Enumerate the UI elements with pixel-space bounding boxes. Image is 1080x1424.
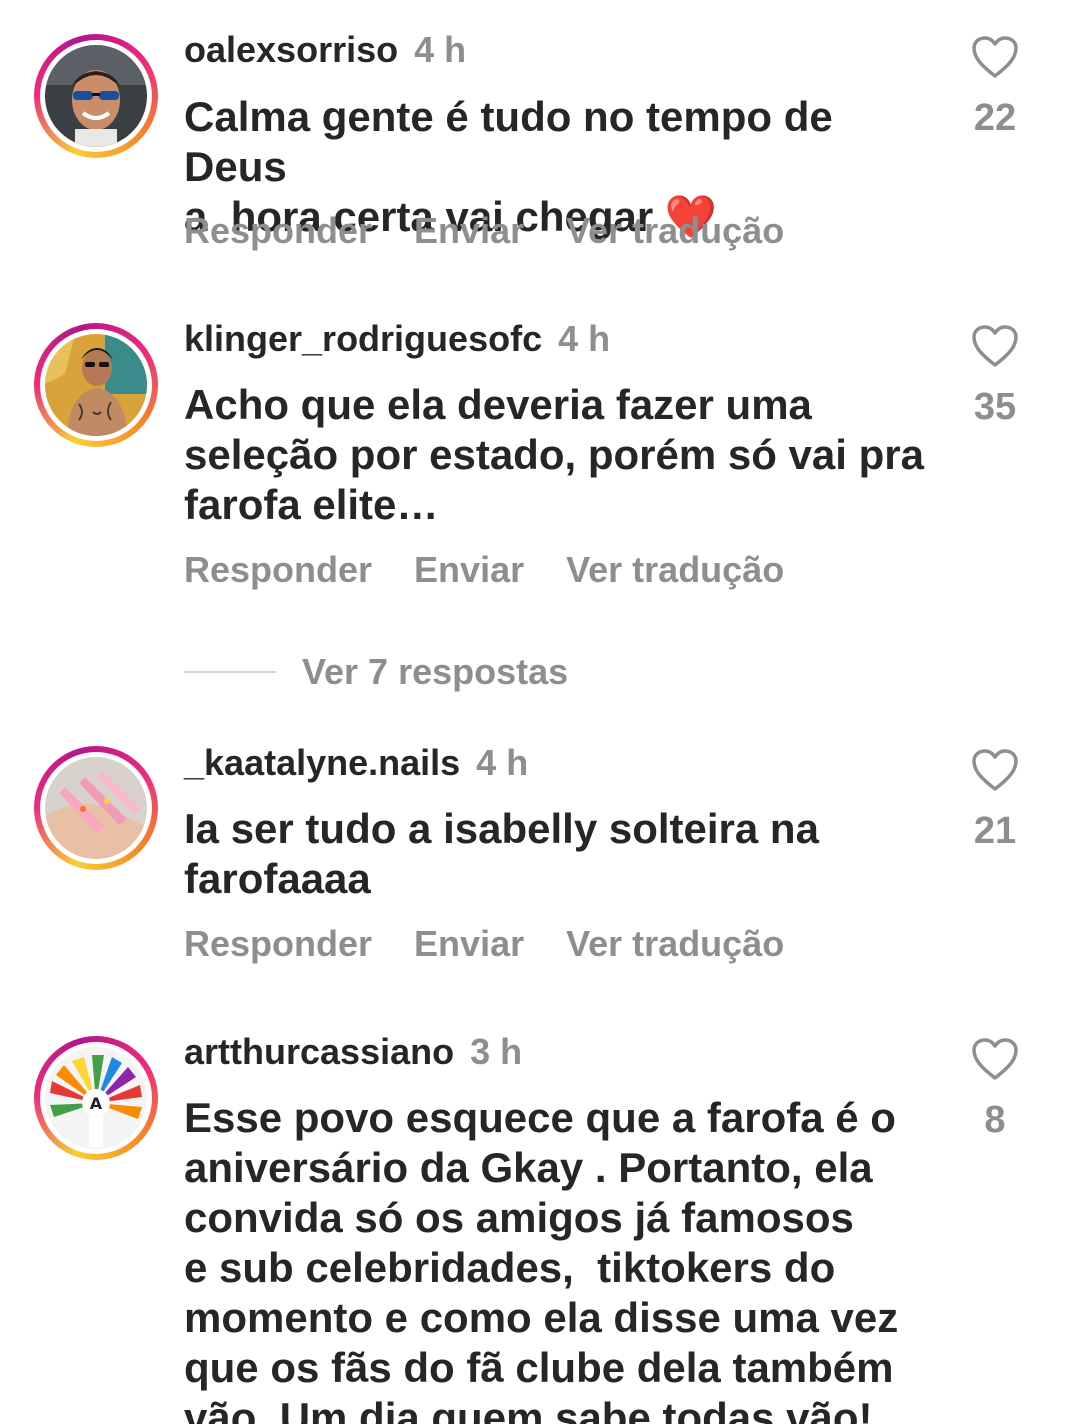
translate-button[interactable]: Ver tradução <box>566 210 784 251</box>
send-button[interactable]: Enviar <box>414 549 524 590</box>
comment-meta: _kaatalyne.nails 4 h <box>184 743 528 783</box>
reply-button[interactable]: Responder <box>184 549 372 590</box>
tattooed-man-avatar <box>45 334 147 436</box>
like-count: 21 <box>973 810 1017 852</box>
avatar[interactable] <box>34 746 158 870</box>
heart-outline-icon[interactable] <box>970 34 1020 80</box>
reply-button[interactable]: Responder <box>184 210 372 251</box>
comment-actions: Responder Enviar Ver tradução <box>184 211 826 251</box>
comments-list: oalexsorriso 4 h Calma gente é tudo no te… <box>0 0 1080 1424</box>
heart-outline-icon[interactable] <box>970 747 1020 793</box>
view-replies-button[interactable]: Ver 7 respostas <box>184 650 568 694</box>
username[interactable]: klinger_rodriguesofc <box>184 318 542 359</box>
rainbow-headdress-avatar: A <box>45 1047 147 1149</box>
heart-outline-icon[interactable] <box>970 1036 1020 1082</box>
heart-outline-icon[interactable] <box>970 323 1020 369</box>
comment-text: Ia ser tudo a isabelly solteira na farof… <box>184 805 819 902</box>
comment-text: Esse povo esquece que a farofa é o anive… <box>184 1094 899 1424</box>
send-button[interactable]: Enviar <box>414 210 524 251</box>
username[interactable]: _kaatalyne.nails <box>184 742 460 783</box>
like-count: 8 <box>984 1099 1006 1141</box>
username[interactable]: artthurcassiano <box>184 1031 454 1072</box>
avatar[interactable]: A <box>34 1036 158 1160</box>
view-replies-label: Ver 7 respostas <box>302 651 569 692</box>
avatar[interactable] <box>34 34 158 158</box>
comment-meta: artthurcassiano 3 h <box>184 1032 522 1072</box>
like-count: 35 <box>973 386 1017 428</box>
send-button[interactable]: Enviar <box>414 923 524 964</box>
avatar[interactable] <box>34 323 158 447</box>
username[interactable]: oalexsorriso <box>184 29 398 70</box>
translate-button[interactable]: Ver tradução <box>566 549 784 590</box>
comment-actions: Responder Enviar Ver tradução <box>184 924 826 964</box>
timestamp: 4 h <box>476 742 529 783</box>
reply-button[interactable]: Responder <box>184 923 372 964</box>
timestamp: 3 h <box>470 1031 523 1072</box>
timestamp: 4 h <box>414 29 467 70</box>
replies-divider <box>184 671 276 673</box>
selfie-sunglasses-avatar <box>45 45 147 147</box>
timestamp: 4 h <box>558 318 611 359</box>
comment-actions: Responder Enviar Ver tradução <box>184 550 826 590</box>
pink-nails-avatar <box>45 757 147 859</box>
comment-meta: klinger_rodriguesofc 4 h <box>184 319 610 359</box>
comment-text: Acho que ela deveria fazer uma seleção p… <box>184 381 924 528</box>
svg-text:A: A <box>90 1094 103 1113</box>
comment-meta: oalexsorriso 4 h <box>184 30 466 70</box>
like-count: 22 <box>973 97 1017 139</box>
translate-button[interactable]: Ver tradução <box>566 923 784 964</box>
